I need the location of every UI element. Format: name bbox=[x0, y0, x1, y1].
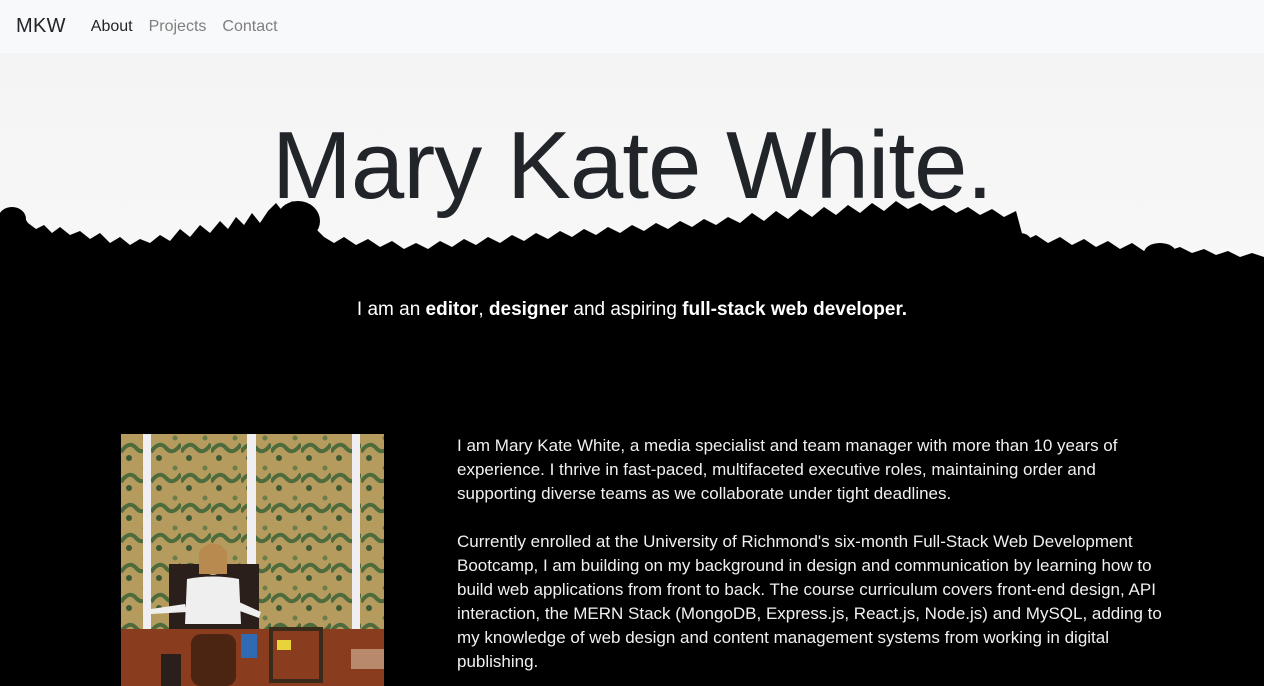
nav-link-projects[interactable]: Projects bbox=[149, 18, 207, 36]
tagline: I am an editor, designer and aspiring fu… bbox=[0, 299, 1264, 321]
tagline-text: , bbox=[478, 299, 489, 320]
tagline-developer: full-stack web developer. bbox=[682, 299, 908, 320]
brand-logo[interactable]: MKW bbox=[16, 15, 66, 38]
nav-link-contact[interactable]: Contact bbox=[222, 18, 277, 36]
about-paragraph-bootcamp: Currently enrolled at the University of … bbox=[457, 532, 1162, 671]
hero-title: Mary Kate White. bbox=[271, 112, 993, 219]
nav-link-about[interactable]: About bbox=[91, 18, 133, 36]
navbar: MKW About Projects Contact bbox=[0, 0, 1264, 53]
about-section: I am Mary Kate White, a media specialist… bbox=[457, 434, 1177, 686]
about-paragraph-intro: I am Mary Kate White, a media specialist… bbox=[457, 436, 1118, 503]
profile-photo bbox=[121, 434, 384, 686]
tagline-text: I am an bbox=[356, 299, 426, 320]
tagline-designer: designer bbox=[488, 299, 569, 320]
tagline-editor: editor bbox=[425, 299, 479, 320]
tagline-text: and aspiring bbox=[568, 299, 683, 320]
